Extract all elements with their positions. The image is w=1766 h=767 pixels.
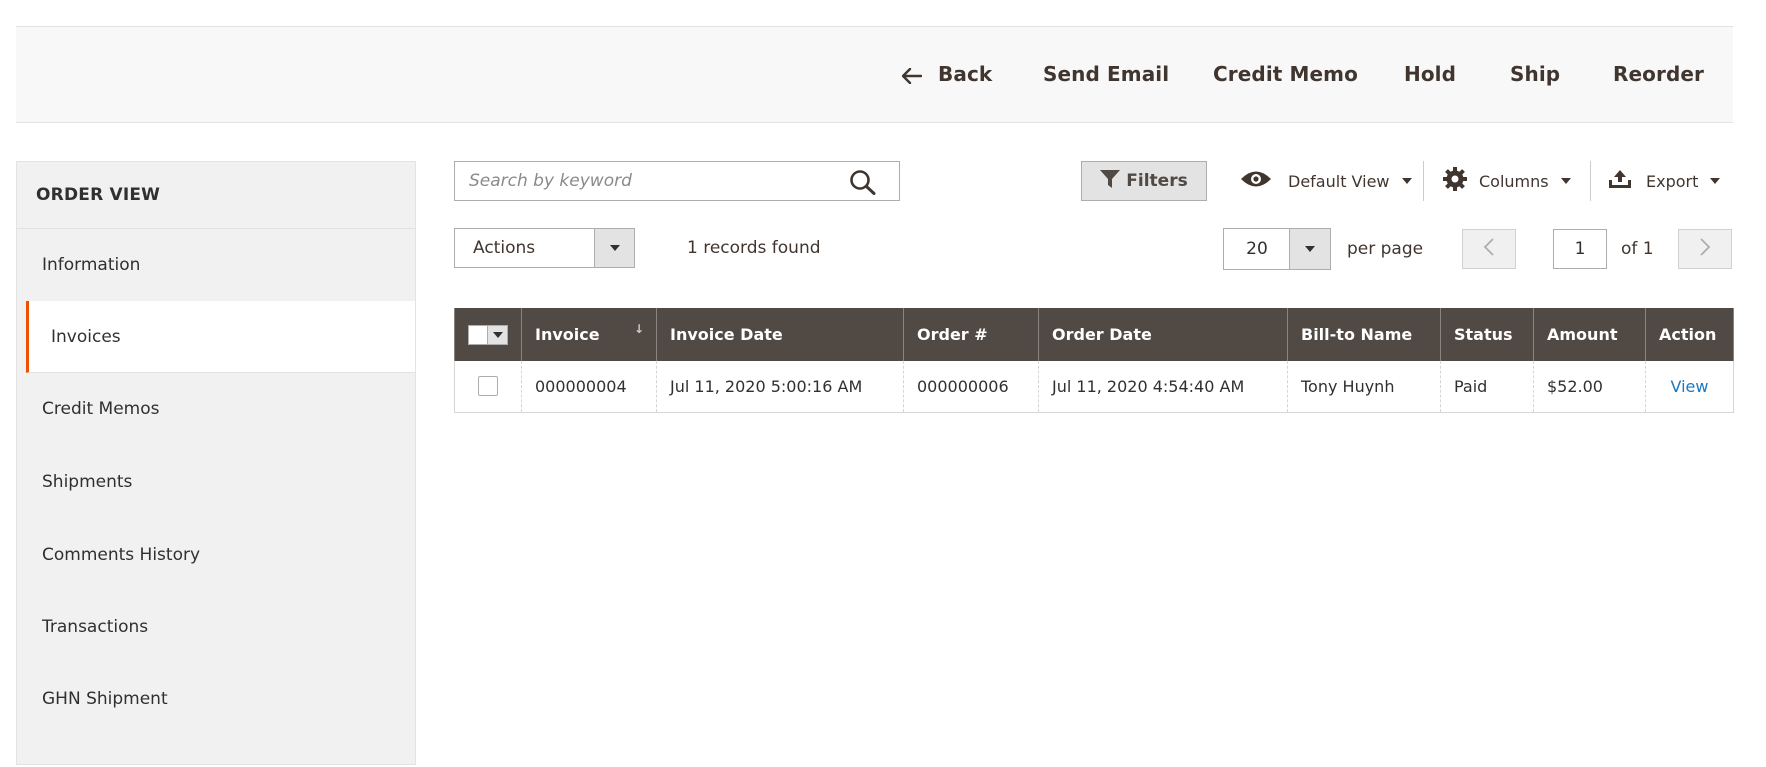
cell-action: View bbox=[1645, 361, 1734, 413]
chevron-left-icon bbox=[1483, 238, 1495, 260]
mass-actions-select[interactable]: Actions bbox=[454, 228, 635, 268]
cell-bill-to-name: Tony Huynh bbox=[1287, 361, 1441, 413]
arrow-left-icon bbox=[901, 27, 924, 122]
column-header-order-date[interactable]: Order Date bbox=[1038, 308, 1288, 361]
toolbar-divider bbox=[1423, 161, 1424, 201]
chevron-right-icon bbox=[1699, 238, 1711, 260]
select-all-checkbox[interactable] bbox=[468, 324, 488, 345]
mass-select-toggle[interactable] bbox=[488, 324, 508, 345]
sidebar-item-information[interactable]: Information bbox=[17, 229, 415, 301]
mass-select-dropdown[interactable] bbox=[468, 324, 508, 345]
per-page-label: per page bbox=[1347, 239, 1424, 259]
view-invoice-link[interactable]: View bbox=[1671, 377, 1709, 396]
back-button[interactable]: Back bbox=[901, 27, 993, 122]
sidebar-title: ORDER VIEW bbox=[17, 162, 415, 229]
cell-amount: $52.00 bbox=[1533, 361, 1646, 413]
cell-status: Paid bbox=[1440, 361, 1534, 413]
column-label: Invoice bbox=[535, 325, 600, 344]
per-page-toggle[interactable] bbox=[1289, 229, 1330, 269]
ship-button[interactable]: Ship bbox=[1510, 27, 1560, 122]
filters-button[interactable]: Filters bbox=[1081, 161, 1207, 201]
actions-label: Actions bbox=[473, 238, 536, 258]
gear-icon bbox=[1443, 167, 1467, 195]
per-page-select[interactable]: 20 bbox=[1223, 228, 1331, 270]
page-total: of 1 bbox=[1621, 239, 1654, 259]
column-header-status[interactable]: Status bbox=[1440, 308, 1534, 361]
sort-arrow-icon: ↓ bbox=[633, 322, 644, 336]
keyword-search bbox=[454, 161, 900, 201]
filters-label: Filters bbox=[1126, 171, 1188, 191]
previous-page-button[interactable] bbox=[1462, 229, 1516, 269]
caret-down-icon bbox=[1305, 246, 1315, 252]
columns-label: Columns bbox=[1479, 171, 1549, 191]
export-label: Export bbox=[1646, 171, 1699, 191]
column-header-invoice-date[interactable]: Invoice Date bbox=[656, 308, 904, 361]
toolbar-divider bbox=[1590, 161, 1591, 201]
eye-icon bbox=[1240, 170, 1272, 192]
sidebar-item-invoices[interactable]: Invoices bbox=[26, 301, 415, 373]
row-select-cell bbox=[454, 361, 522, 413]
columns-dropdown[interactable]: Columns bbox=[1443, 161, 1571, 201]
sidebar-item-shipments[interactable]: Shipments bbox=[17, 446, 415, 518]
invoices-grid: Invoice ↓ Invoice Date Order # Order Dat… bbox=[454, 308, 1734, 413]
column-header-invoice[interactable]: Invoice ↓ bbox=[521, 308, 657, 361]
sidebar-item-ghn-shipment[interactable]: GHN Shipment bbox=[17, 663, 415, 735]
mass-select-header bbox=[454, 308, 522, 361]
back-label: Back bbox=[938, 62, 993, 86]
view-dropdown[interactable]: Default View bbox=[1240, 161, 1412, 201]
page-actions-bar: Back Send Email Credit Memo Hold Ship Re… bbox=[16, 26, 1733, 123]
column-header-order-number[interactable]: Order # bbox=[903, 308, 1039, 361]
caret-down-icon bbox=[1710, 178, 1721, 184]
actions-toggle[interactable] bbox=[594, 229, 634, 267]
cell-invoice: 000000004 bbox=[521, 361, 657, 413]
column-header-amount[interactable]: Amount bbox=[1533, 308, 1646, 361]
next-page-button[interactable] bbox=[1678, 229, 1732, 269]
cell-order-number: 000000006 bbox=[903, 361, 1039, 413]
search-icon[interactable] bbox=[849, 169, 877, 195]
cell-invoice-date: Jul 11, 2020 5:00:16 AM bbox=[656, 361, 904, 413]
column-header-bill-to-name[interactable]: Bill-to Name bbox=[1287, 308, 1441, 361]
caret-down-icon bbox=[1560, 178, 1571, 184]
page-number-input[interactable] bbox=[1553, 229, 1607, 269]
order-view-sidebar: ORDER VIEW Information Invoices Credit M… bbox=[16, 161, 416, 765]
caret-down-icon bbox=[492, 331, 503, 338]
grid-header-row: Invoice ↓ Invoice Date Order # Order Dat… bbox=[454, 308, 1734, 361]
caret-down-icon bbox=[609, 245, 620, 251]
export-upload-icon bbox=[1608, 169, 1632, 193]
credit-memo-button[interactable]: Credit Memo bbox=[1213, 27, 1358, 122]
export-dropdown[interactable]: Export bbox=[1608, 161, 1721, 201]
sidebar-item-comments-history[interactable]: Comments History bbox=[17, 519, 415, 591]
search-input[interactable] bbox=[455, 162, 835, 200]
send-email-button[interactable]: Send Email bbox=[1043, 27, 1169, 122]
cell-order-date: Jul 11, 2020 4:54:40 AM bbox=[1038, 361, 1288, 413]
sidebar-item-credit-memos[interactable]: Credit Memos bbox=[17, 373, 415, 445]
table-row: 000000004 Jul 11, 2020 5:00:16 AM 000000… bbox=[454, 361, 1734, 413]
view-label: Default View bbox=[1288, 171, 1390, 191]
filter-funnel-icon bbox=[1100, 169, 1121, 193]
reorder-button[interactable]: Reorder bbox=[1613, 27, 1704, 122]
records-found: 1 records found bbox=[687, 238, 821, 258]
row-checkbox[interactable] bbox=[478, 376, 498, 397]
per-page-value: 20 bbox=[1246, 239, 1268, 259]
sidebar-item-transactions[interactable]: Transactions bbox=[17, 591, 415, 663]
caret-down-icon bbox=[1401, 178, 1412, 184]
hold-button[interactable]: Hold bbox=[1404, 27, 1456, 122]
column-header-action: Action bbox=[1645, 308, 1734, 361]
